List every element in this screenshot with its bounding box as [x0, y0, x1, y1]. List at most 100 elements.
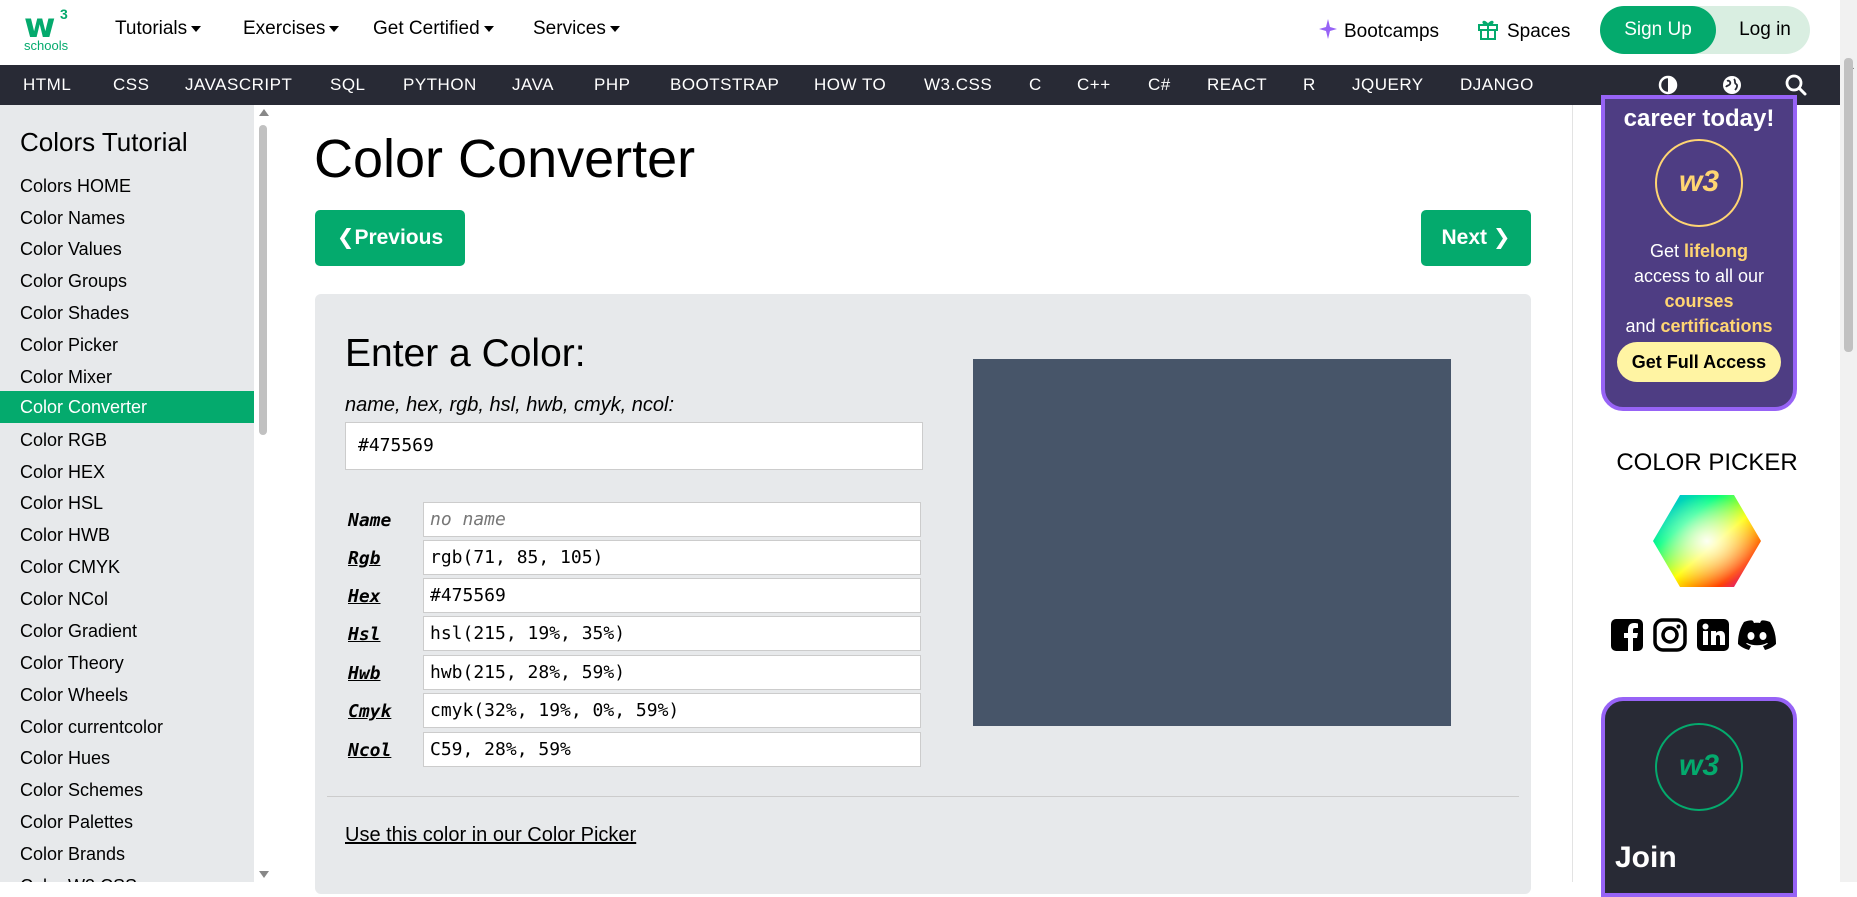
nav-tutorials-label: Tutorials [115, 18, 188, 39]
scroll-up-arrow-icon[interactable] [259, 109, 269, 116]
sidebar-item-color-mixer[interactable]: Color Mixer [0, 361, 254, 393]
page-title: Color Converter [314, 129, 696, 189]
subnav-cpp[interactable]: C++ [1077, 65, 1111, 105]
hex-link[interactable]: Hex [348, 586, 381, 607]
sidebar-item-color-currentcolor[interactable]: Color currentcolor [0, 711, 254, 743]
w3schools-logo[interactable]: w 3 schools [22, 6, 78, 54]
get-full-access-button[interactable]: Get Full Access [1617, 342, 1781, 382]
subnav-csharp[interactable]: C# [1148, 65, 1171, 105]
w3-certified-badge-icon: w3 [1655, 139, 1743, 227]
caret-down-icon [329, 25, 340, 32]
cmyk-field[interactable]: cmyk(32%, 19%, 0%, 59%) [423, 693, 921, 728]
w3-certified-badge-icon: w3 [1655, 723, 1743, 811]
hwb-link[interactable]: Hwb [348, 663, 381, 684]
enter-color-heading: Enter a Color: [345, 332, 586, 375]
subnav-javascript[interactable]: JAVASCRIPT [185, 65, 292, 105]
sidebar-item-color-hex[interactable]: Color HEX [0, 456, 254, 488]
ncol-link[interactable]: Ncol [348, 740, 391, 761]
subnav-html[interactable]: HTML [23, 65, 71, 105]
caret-down-icon [191, 25, 202, 32]
subnav-w3css[interactable]: W3.CSS [924, 65, 992, 105]
subnav-c[interactable]: C [1029, 65, 1042, 105]
search-icon[interactable] [1784, 73, 1808, 97]
chevron-left-icon: ❮ [336, 226, 355, 249]
subnav-r[interactable]: R [1303, 65, 1316, 105]
nav-tutorials[interactable]: Tutorials [115, 18, 202, 40]
promo-card-career[interactable]: career today! w3 Get lifelong access to … [1601, 95, 1797, 411]
subnav-howto[interactable]: HOW TO [814, 65, 886, 105]
promo-courses: courses [1664, 291, 1734, 311]
next-label: Next [1441, 226, 1488, 249]
globe-icon[interactable] [1720, 73, 1744, 97]
sidebar-item-color-hwb[interactable]: Color HWB [0, 519, 254, 551]
sidebar-item-color-hsl[interactable]: Color HSL [0, 487, 254, 519]
format-hint: name, hex, rgb, hsl, hwb, cmyk, ncol: [345, 394, 675, 416]
sidebar-item-color-cmyk[interactable]: Color CMYK [0, 551, 254, 583]
subnav-java[interactable]: JAVA [512, 65, 554, 105]
sidebar-item-colors-home[interactable]: Colors HOME [0, 170, 254, 202]
sidebar-item-color-brands[interactable]: Color Brands [0, 838, 254, 870]
rgb-link[interactable]: Rgb [348, 548, 381, 569]
promo-line3: and [1625, 316, 1661, 336]
hsl-field[interactable]: hsl(215, 19%, 35%) [423, 616, 921, 651]
sidebar-item-color-names[interactable]: Color Names [0, 202, 254, 234]
subnav-jquery[interactable]: JQUERY [1352, 65, 1424, 105]
subnav-sql[interactable]: SQL [330, 65, 366, 105]
spaces-link[interactable]: Spaces [1477, 18, 1570, 43]
sidebar-item-color-palettes[interactable]: Color Palettes [0, 806, 254, 838]
previous-button[interactable]: ❮Previous [315, 210, 465, 266]
color-input[interactable]: #475569 [345, 422, 923, 470]
subnav-react[interactable]: REACT [1207, 65, 1267, 105]
discord-icon[interactable] [1735, 617, 1779, 653]
sidebar-item-color-converter[interactable]: Color Converter [0, 391, 254, 423]
sidebar-item-color-w3css[interactable]: Color W3.CSS [0, 870, 254, 882]
instagram-icon[interactable] [1652, 617, 1688, 653]
promo-card-join[interactable]: w3 Join [1601, 697, 1797, 897]
sidebar-item-color-wheels[interactable]: Color Wheels [0, 679, 254, 711]
top-bar: w 3 schools Tutorials Exercises Get Cert… [0, 0, 1840, 65]
right-column: career today! w3 Get lifelong access to … [1572, 95, 1841, 897]
linkedin-icon[interactable] [1695, 617, 1731, 653]
badge-mark: w3 [1679, 749, 1720, 782]
rgb-field[interactable]: rgb(71, 85, 105) [423, 540, 921, 575]
subnav-bootstrap[interactable]: BOOTSTRAP [670, 65, 779, 105]
bootcamps-link[interactable]: Bootcamps [1318, 18, 1439, 43]
scroll-down-arrow-icon[interactable] [259, 871, 269, 878]
sidebar-scroll-thumb[interactable] [259, 125, 267, 435]
sidebar-item-color-schemes[interactable]: Color Schemes [0, 774, 254, 806]
signup-button[interactable]: Sign Up [1600, 6, 1716, 54]
subnav-php[interactable]: PHP [594, 65, 630, 105]
name-field[interactable]: no name [423, 502, 921, 537]
nav-get-certified[interactable]: Get Certified [373, 18, 494, 40]
nav-services[interactable]: Services [533, 18, 620, 40]
sidebar-item-color-ncol[interactable]: Color NCol [0, 583, 254, 615]
next-button[interactable]: Next ❯ [1421, 210, 1531, 266]
name-label: Name [348, 510, 392, 531]
facebook-icon[interactable] [1609, 617, 1645, 653]
sidebar-item-color-rgb[interactable]: Color RGB [0, 424, 254, 456]
hwb-field[interactable]: hwb(215, 28%, 59%) [423, 655, 921, 690]
sidebar-item-color-hues[interactable]: Color Hues [0, 742, 254, 774]
sidebar-item-color-theory[interactable]: Color Theory [0, 647, 254, 679]
color-wheel-icon[interactable] [1652, 493, 1762, 589]
sidebar-item-color-values[interactable]: Color Values [0, 233, 254, 265]
nav-exercises[interactable]: Exercises [243, 18, 340, 40]
cmyk-link[interactable]: Cmyk [348, 701, 391, 722]
hsl-link[interactable]: Hsl [348, 624, 381, 645]
subnav-django[interactable]: DJANGO [1460, 65, 1534, 105]
subnav-python[interactable]: PYTHON [403, 65, 477, 105]
sidebar-item-color-shades[interactable]: Color Shades [0, 297, 254, 329]
page-scroll-thumb[interactable] [1844, 58, 1853, 352]
sidebar-item-color-groups[interactable]: Color Groups [0, 265, 254, 297]
contrast-icon[interactable] [1656, 73, 1680, 97]
page-scrollbar[interactable] [1840, 0, 1857, 882]
tutorial-nav-bar: HTML CSS JAVASCRIPT SQL PYTHON JAVA PHP … [0, 65, 1840, 105]
subnav-css[interactable]: CSS [113, 65, 149, 105]
sidebar-item-color-gradient[interactable]: Color Gradient [0, 615, 254, 647]
hex-field[interactable]: #475569 [423, 578, 921, 613]
ncol-field[interactable]: C59, 28%, 59% [423, 732, 921, 767]
sidebar-item-color-picker[interactable]: Color Picker [0, 329, 254, 361]
color-picker-link[interactable]: Use this color in our Color Picker [345, 824, 636, 847]
badge-mark: w3 [1679, 165, 1720, 198]
sidebar-scrollbar[interactable] [256, 105, 270, 882]
